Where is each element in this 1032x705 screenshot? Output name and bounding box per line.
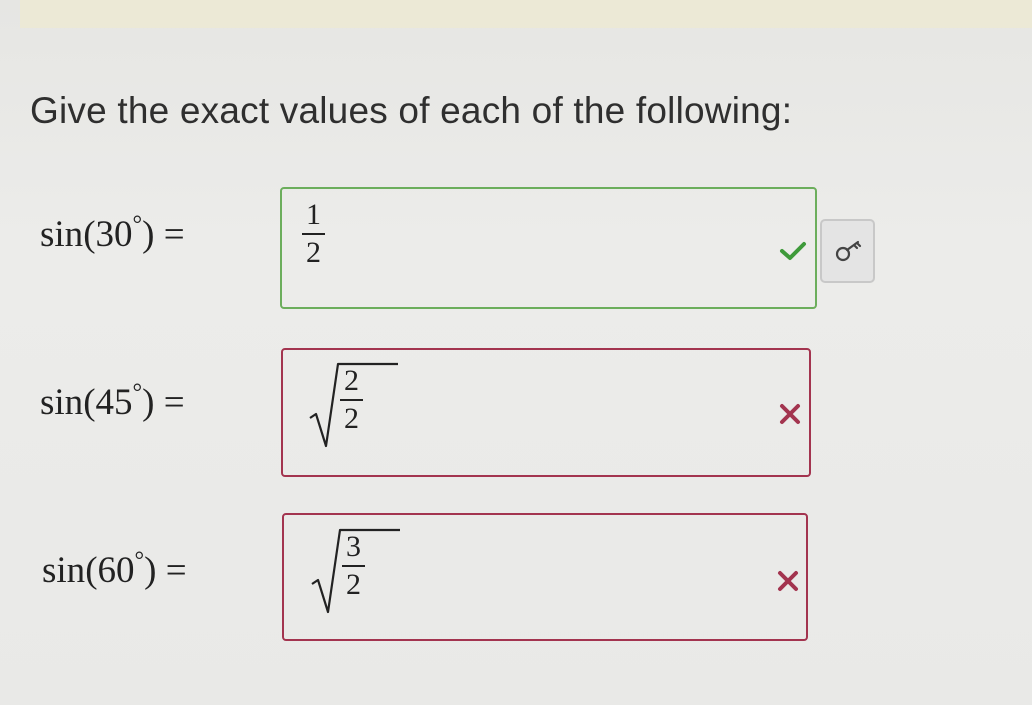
question-2-angle: 45 <box>95 382 133 423</box>
question-1-angle: 30 <box>95 214 133 255</box>
answer-2-sqrt: 2 2 <box>308 358 398 448</box>
answer-1-numerator: 1 <box>306 198 321 231</box>
answer-1-value: 1 2 <box>302 200 325 268</box>
x-icon <box>779 403 801 430</box>
answer-1-input[interactable] <box>280 187 817 309</box>
radical-sign <box>309 362 398 448</box>
answer-2-value: 2 2 <box>308 358 398 448</box>
view-answer-key-button[interactable] <box>820 219 875 283</box>
answer-3-sqrt: 3 2 <box>310 524 400 614</box>
answer-1-denominator: 2 <box>302 233 325 268</box>
x-icon <box>777 570 799 597</box>
key-icon <box>835 240 862 262</box>
answer-3-value: 3 2 <box>310 524 400 614</box>
answer-1-fraction: 1 2 <box>302 200 325 268</box>
question-3-function: sin <box>42 550 86 591</box>
question-1-label: sin(30°) = <box>40 212 185 255</box>
question-3-label: sin(60°) = <box>42 548 187 591</box>
question-2-label: sin(45°) = <box>40 380 185 423</box>
check-icon <box>779 240 807 267</box>
question-3-angle: 60 <box>97 550 135 591</box>
top-banner-strip <box>20 0 1032 28</box>
question-1-function: sin <box>40 214 84 255</box>
question-2-function: sin <box>40 382 84 423</box>
radical-sign <box>311 528 400 614</box>
question-prompt: Give the exact values of each of the fol… <box>30 90 793 131</box>
